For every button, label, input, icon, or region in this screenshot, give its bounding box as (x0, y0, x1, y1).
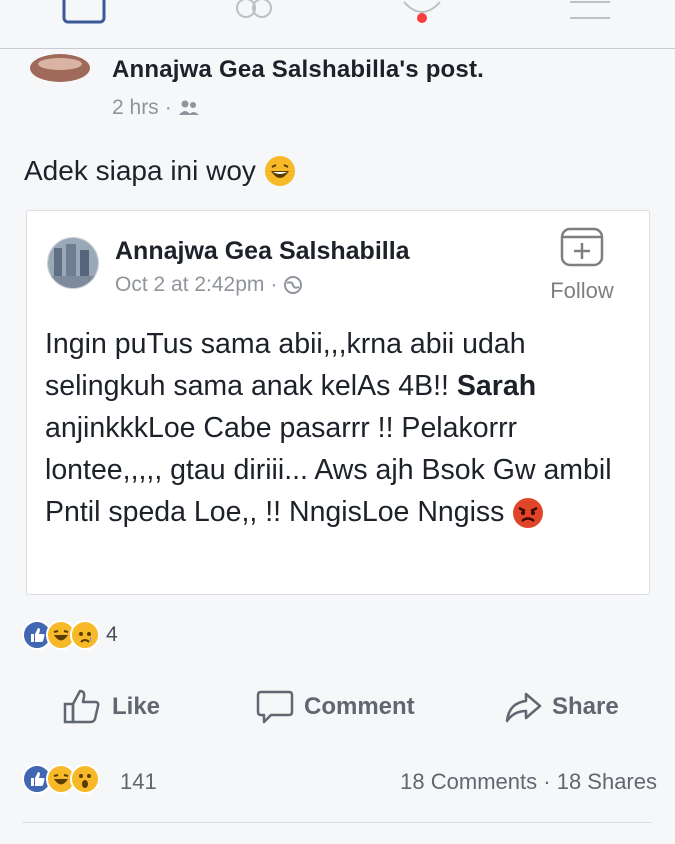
share-label: Share (552, 693, 619, 720)
notifications-icon[interactable] (400, 0, 460, 26)
bottom-divider (22, 822, 652, 823)
original-reaction-count: 4 (106, 623, 118, 646)
post-text-bold: Sarah (456, 370, 537, 402)
comments-count[interactable]: 18 Comments (400, 769, 537, 794)
wow-reaction-icon (70, 764, 100, 794)
sad-reaction-icon (70, 620, 100, 650)
shared-post-time[interactable]: 2 hrs (112, 96, 159, 120)
caption-text: Adek siapa ini woy (24, 155, 256, 186)
comment-label: Comment (304, 693, 415, 720)
comment-button[interactable]: Comment (256, 688, 415, 726)
news-feed-icon[interactable] (60, 0, 120, 26)
sharer-avatar[interactable] (28, 52, 92, 90)
meta-separator: · (164, 96, 172, 119)
action-bar: Like Comment Share (0, 688, 675, 732)
meta-separator: · (270, 273, 278, 296)
post-body: Ingin puTus sama abii,,,krna abii udah s… (45, 323, 640, 533)
friends-audience-icon (178, 100, 199, 115)
reaction-icons[interactable] (22, 764, 100, 794)
like-label: Like (112, 693, 161, 720)
author-avatar[interactable] (47, 237, 99, 289)
globe-icon (284, 276, 303, 294)
post-meta: Oct 2 at 2:42pm · (115, 273, 303, 297)
total-reaction-count[interactable]: 141 (120, 769, 157, 795)
laughing-emoji-icon (264, 156, 295, 186)
post-time[interactable]: Oct 2 at 2:42pm (115, 273, 264, 297)
follow-button[interactable]: Follow (542, 225, 622, 304)
angry-emoji-icon (513, 498, 544, 529)
follow-add-icon (560, 227, 604, 267)
post-stats: 141 18 Comments · 18 Shares (22, 764, 657, 798)
share-button[interactable]: Share (504, 688, 619, 726)
shared-post-meta: 2 hrs · (112, 96, 200, 120)
shared-post-title[interactable]: Annajwa Gea Salshabilla's post. (112, 56, 484, 84)
shares-count[interactable]: 18 Shares (557, 769, 657, 794)
top-navbar (0, 0, 675, 49)
thumbs-up-icon (63, 689, 100, 724)
original-post-card[interactable]: Annajwa Gea Salshabilla Oct 2 at 2:42pm … (26, 210, 650, 595)
post-text-part1: Ingin puTus sama abii,,,krna abii udah s… (45, 328, 526, 402)
friends-icon[interactable] (228, 0, 288, 26)
share-arrow-icon (505, 692, 542, 723)
follow-label: Follow (550, 278, 614, 303)
original-post-reactions[interactable]: 4 (22, 620, 118, 650)
comment-bubble-icon (256, 690, 294, 724)
post-author-name[interactable]: Annajwa Gea Salshabilla (115, 237, 410, 266)
post-caption: Adek siapa ini woy (24, 155, 296, 187)
menu-icon[interactable] (566, 0, 626, 26)
like-button[interactable]: Like (62, 688, 160, 726)
stats-separator: · (543, 769, 551, 794)
comments-shares-summary: 18 Comments · 18 Shares (400, 769, 657, 795)
